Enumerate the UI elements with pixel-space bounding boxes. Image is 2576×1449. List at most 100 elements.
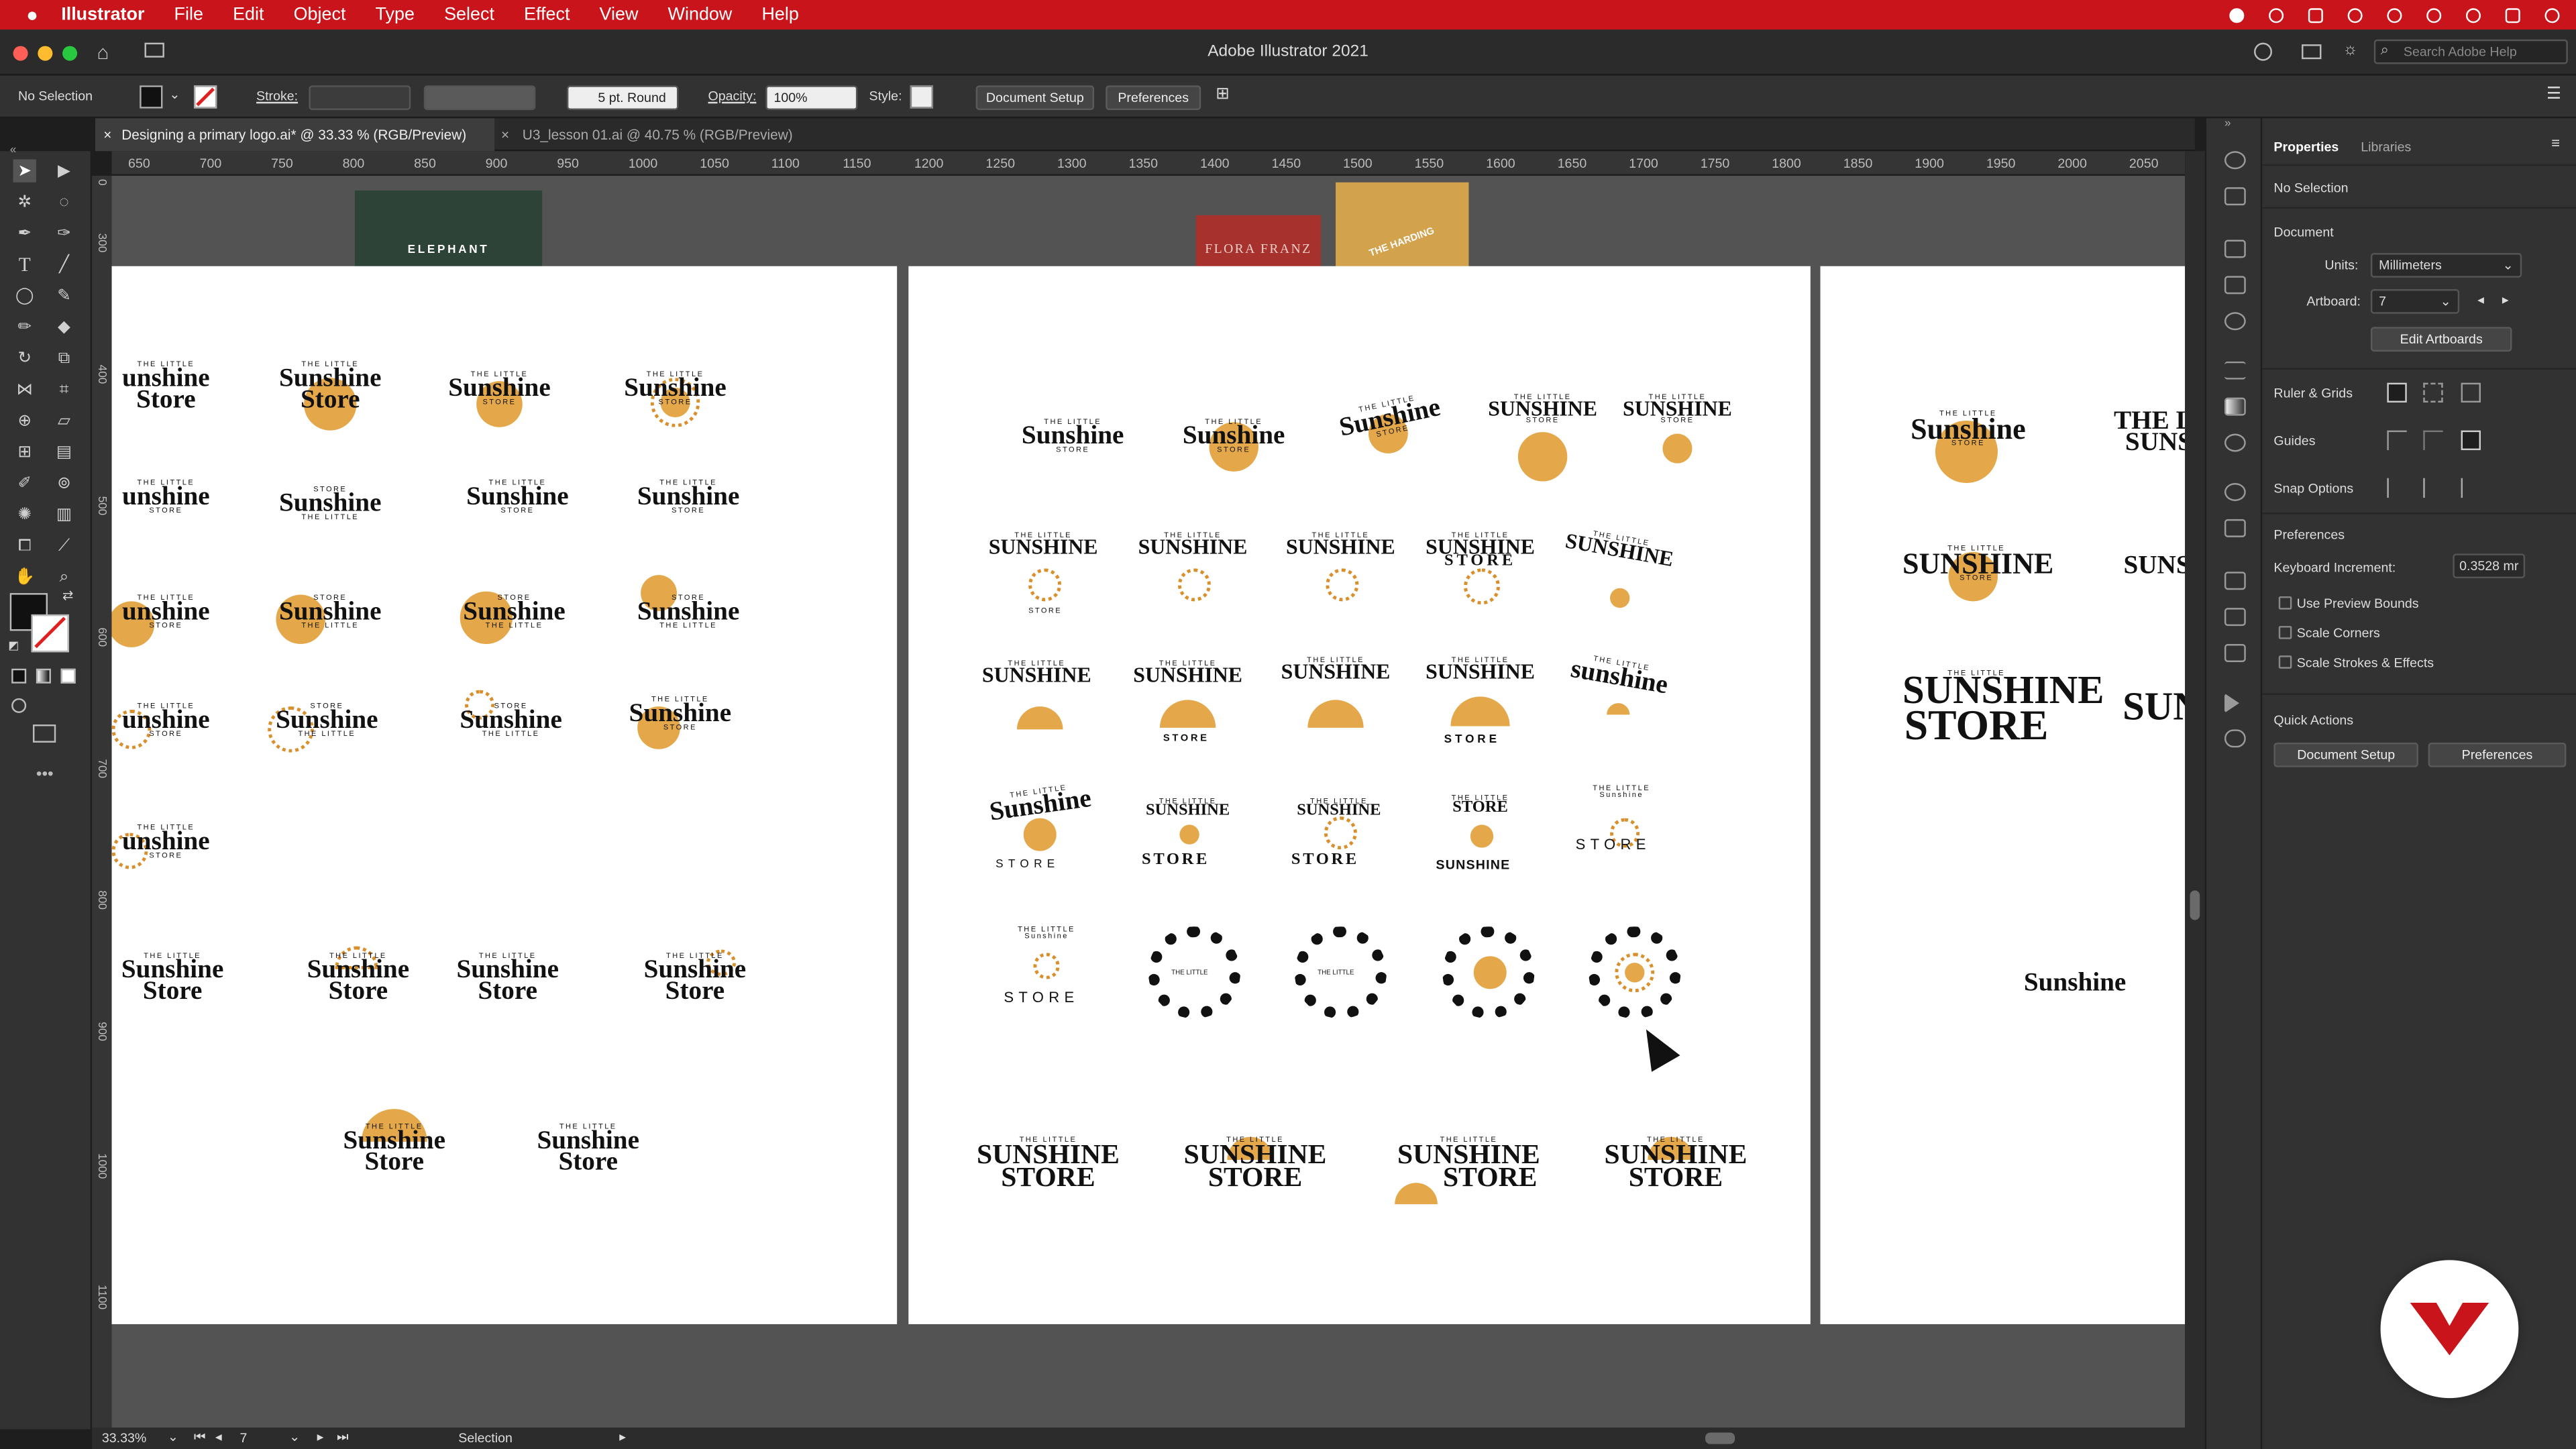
- logo-variant[interactable]: THE LITTLE STORE: [1421, 794, 1539, 816]
- logo-variant[interactable]: THE LITTLE Sunshine STORE: [450, 479, 585, 513]
- menu-file[interactable]: File: [174, 5, 203, 24]
- chevron-down-icon[interactable]: ⌄: [289, 1430, 300, 1444]
- circular-logo[interactable]: [1442, 926, 1535, 1019]
- tab-properties[interactable]: Properties: [2273, 140, 2339, 154]
- next-artboard-icon[interactable]: ▸: [317, 1430, 324, 1444]
- circular-logo[interactable]: [1589, 926, 1681, 1019]
- tab-libraries[interactable]: Libraries: [2361, 140, 2411, 154]
- close-icon[interactable]: ×: [103, 118, 111, 151]
- logo-variant[interactable]: STORE Sunshine THE LITTLE: [263, 485, 398, 520]
- logo-variant[interactable]: THE LITTLE unshine STORE: [112, 479, 224, 513]
- logo-variant[interactable]: SUNS: [2123, 689, 2185, 728]
- logo-variant[interactable]: THE LITTLE Sunshine STORE: [612, 696, 747, 730]
- logo-variant[interactable]: THE LITTLE SUNSHINE: [1421, 656, 1539, 681]
- gradient-mode-icon[interactable]: [36, 668, 51, 684]
- edit-artboards-button[interactable]: Edit Artboards: [2370, 327, 2512, 352]
- snap-to-glyph-icon[interactable]: [2461, 478, 2477, 498]
- appearance-panel-icon[interactable]: [2224, 483, 2246, 501]
- quick-doc-setup-button[interactable]: Document Setup: [2273, 742, 2418, 767]
- document-setup-button[interactable]: Document Setup: [975, 85, 1095, 111]
- free-transform-tool-icon[interactable]: ⌗: [52, 378, 75, 400]
- collapse-icon[interactable]: «: [10, 145, 17, 156]
- menu-select[interactable]: Select: [444, 5, 494, 24]
- menu-illustrator[interactable]: Illustrator: [61, 5, 144, 24]
- first-artboard-icon[interactable]: ⏮: [194, 1430, 206, 1446]
- logo-variant[interactable]: THE LITTLE unshine STORE: [112, 594, 224, 629]
- logo-variant[interactable]: STORE Sunshine THE LITTLE: [443, 702, 578, 737]
- menu-help[interactable]: Help: [761, 5, 798, 24]
- direct-selection-tool-icon[interactable]: ▶: [52, 160, 75, 182]
- artboard-1[interactable]: THE LITTLE unshine Store THE LITTLE Sunshin…: [111, 266, 898, 1324]
- blend-tool-icon[interactable]: ⊚: [52, 472, 75, 494]
- apple-menu-icon[interactable]: ●: [26, 3, 38, 26]
- logo-variant[interactable]: THE LITTLE Sunshine STORE: [621, 479, 756, 513]
- logo-variant[interactable]: THE LITTLE SUNSHINE STORE: [1902, 669, 2104, 748]
- logo-variant[interactable]: THE LITTLE SUNSHINE STORE: [1165, 1136, 1345, 1190]
- logo-variant[interactable]: THE LITTLE Sunshine Store: [292, 952, 424, 1004]
- logo-variant[interactable]: THE LITTLE SUNSHINE STORE: [1585, 1136, 1766, 1190]
- perspective-grid-tool-icon[interactable]: ▱: [52, 409, 75, 432]
- artboard-dropdown[interactable]: 7 ⌄: [2370, 289, 2460, 314]
- panel-menu-icon[interactable]: ≡: [2551, 135, 2560, 151]
- zoom-level[interactable]: 33.33%: [102, 1431, 146, 1446]
- menu-object[interactable]: Object: [294, 5, 346, 24]
- menu-effect[interactable]: Effect: [524, 5, 570, 24]
- logo-variant[interactable]: THE LITTLE unshine Store: [112, 360, 224, 413]
- logo-variant[interactable]: THE LITTLE SUNSHINE STORE: [1902, 545, 2053, 582]
- pencil-tool-icon[interactable]: ✏: [13, 315, 36, 338]
- logo-variant[interactable]: THE LITTLE SUNSHINE: [1561, 526, 1678, 570]
- paintbrush-tool-icon[interactable]: ✎: [52, 284, 75, 307]
- close-icon[interactable]: ×: [501, 118, 509, 151]
- use-preview-bounds-checkbox[interactable]: [2278, 596, 2292, 610]
- transform-panel-icon[interactable]: [2224, 239, 2246, 258]
- arrange-docs-icon[interactable]: [2302, 44, 2322, 60]
- prev-artboard-icon[interactable]: ◂: [2477, 292, 2484, 307]
- line-tool-icon[interactable]: ╱: [52, 253, 75, 276]
- logo-variant[interactable]: SUNS: [2116, 553, 2185, 580]
- logo-variant[interactable]: THE LITTLE Sunshine: [1562, 784, 1680, 798]
- night-mode-icon[interactable]: [2465, 7, 2481, 23]
- logo-variant[interactable]: THE LITTLE Sunshine Store: [442, 952, 574, 1004]
- logo-variant[interactable]: THE LITTLE Sunshine: [987, 926, 1106, 938]
- logo-variant[interactable]: STORE Sunshine THE LITTLE: [263, 594, 398, 629]
- control-center-icon[interactable]: [2505, 7, 2520, 23]
- logo-variant[interactable]: STORE Sunshine THE LITTLE: [447, 594, 582, 629]
- transparency-panel-icon[interactable]: [2224, 433, 2246, 452]
- shape-builder-tool-icon[interactable]: ⊕: [13, 409, 36, 432]
- scale-corners-checkbox[interactable]: [2278, 626, 2292, 639]
- logo-variant[interactable]: STORE Sunshine THE LITTLE: [260, 702, 394, 737]
- links-panel-icon[interactable]: [2224, 187, 2246, 206]
- scale-strokes-checkbox[interactable]: [2278, 655, 2292, 669]
- logo-variant[interactable]: THE LITTLE Sunshine Store: [329, 1123, 460, 1175]
- smart-guides-icon[interactable]: [2461, 430, 2481, 451]
- menu-type[interactable]: Type: [376, 5, 415, 24]
- logo-variant[interactable]: THE LITTLE SUNSHINE: [1128, 659, 1246, 684]
- snap-to-point-icon[interactable]: [2387, 478, 2403, 498]
- status-menu-arrow-icon[interactable]: ▸: [619, 1430, 626, 1444]
- search-icon[interactable]: [2426, 7, 2442, 23]
- logo-variant[interactable]: THE LITTLE SUNSHINE: [984, 531, 1102, 556]
- menu-view[interactable]: View: [600, 5, 639, 24]
- prev-artboard-icon[interactable]: ◂: [215, 1430, 222, 1444]
- logo-variant[interactable]: THE LITTLE SUNSHINE STORE: [1421, 531, 1539, 570]
- expand-panels-icon[interactable]: »: [2224, 118, 2231, 129]
- logo-variant[interactable]: THE LITTLE SUNSHINE: [1128, 798, 1246, 819]
- show-guides-icon[interactable]: [2387, 430, 2407, 451]
- zoom-tool-icon[interactable]: ⌕: [52, 565, 75, 588]
- wifi-icon[interactable]: [2387, 7, 2402, 23]
- hand-tool-icon[interactable]: ✋: [13, 565, 36, 588]
- artboard-2[interactable]: THE LITTLE Sunshine STORE THE LITTLE Sunshi…: [908, 266, 1811, 1324]
- edit-toolbar-icon[interactable]: •••: [36, 765, 54, 784]
- graphic-styles-panel-icon[interactable]: [2224, 519, 2246, 537]
- logo-variant[interactable]: Sunshine: [1984, 970, 2165, 997]
- gradient-panel-icon[interactable]: [2224, 397, 2246, 416]
- links-chain-icon[interactable]: [2224, 729, 2246, 748]
- eraser-tool-icon[interactable]: ◆: [52, 315, 75, 338]
- type-tool-icon[interactable]: T: [13, 252, 36, 276]
- color-panel-icon[interactable]: [2224, 151, 2246, 170]
- logo-variant[interactable]: THE LITTLE Sunshine STORE: [1886, 410, 2050, 447]
- logo-variant[interactable]: THE LITTLE Sunshine STORE: [1165, 418, 1303, 452]
- lock-guides-icon[interactable]: [2423, 430, 2443, 451]
- style-swatch[interactable]: [910, 85, 934, 109]
- logo-variant[interactable]: THE LITTLE Sunshine Store: [263, 360, 398, 413]
